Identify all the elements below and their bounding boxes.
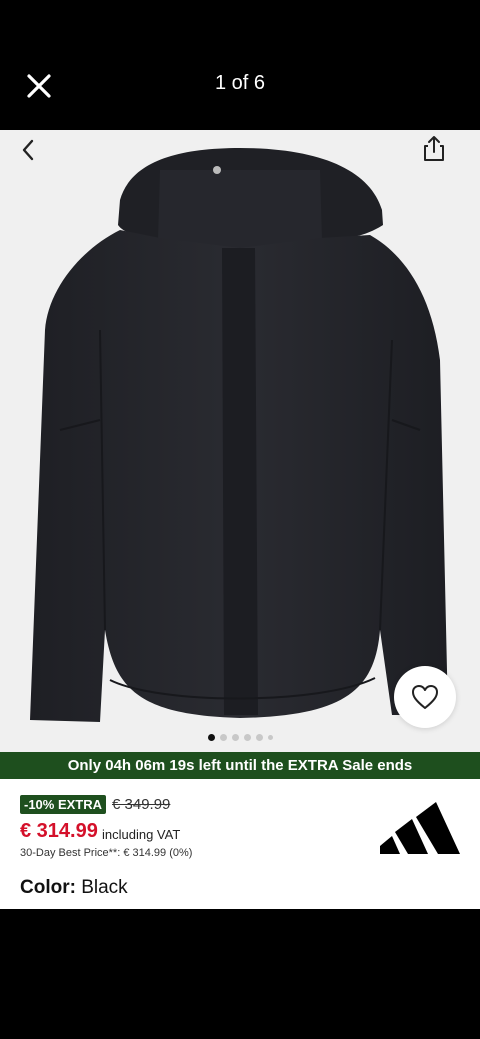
back-button[interactable] bbox=[14, 136, 42, 164]
current-price: € 314.99 bbox=[20, 820, 98, 842]
color-label: Color: bbox=[20, 877, 76, 898]
discount-badge: -10% EXTRA bbox=[20, 795, 107, 814]
product-sheet: Only 04h 06m 19s left until the EXTRA Sa… bbox=[0, 130, 480, 909]
color-selection: Color: Black bbox=[20, 877, 128, 899]
gallery-dot-2[interactable] bbox=[219, 734, 227, 741]
back-chevron-icon bbox=[22, 139, 34, 161]
original-price: € 349.99 bbox=[112, 796, 171, 813]
favorite-button[interactable] bbox=[394, 666, 456, 728]
viewer-top-bar: 1 of 6 bbox=[0, 0, 480, 130]
product-image[interactable] bbox=[0, 130, 480, 752]
gallery-pagination bbox=[0, 734, 480, 741]
heart-icon bbox=[412, 685, 438, 709]
promo-banner: Only 04h 06m 19s left until the EXTRA Sa… bbox=[0, 752, 480, 779]
adidas-logo bbox=[380, 802, 460, 854]
color-value: Black bbox=[81, 877, 128, 898]
gallery-dot-4[interactable] bbox=[243, 734, 251, 741]
gallery-dot-3[interactable] bbox=[231, 734, 239, 741]
best-price-note: 30-Day Best Price**: € 314.99 (0%) bbox=[20, 847, 193, 859]
gallery-dot-5[interactable] bbox=[255, 734, 263, 741]
share-icon bbox=[424, 136, 444, 161]
gallery-dot-1[interactable] bbox=[207, 734, 215, 741]
gallery-dot-6[interactable] bbox=[267, 735, 273, 740]
image-counter: 1 of 6 bbox=[214, 72, 266, 94]
share-button[interactable] bbox=[420, 134, 448, 164]
jacket-illustration bbox=[30, 148, 448, 722]
vat-note: including VAT bbox=[102, 827, 181, 842]
